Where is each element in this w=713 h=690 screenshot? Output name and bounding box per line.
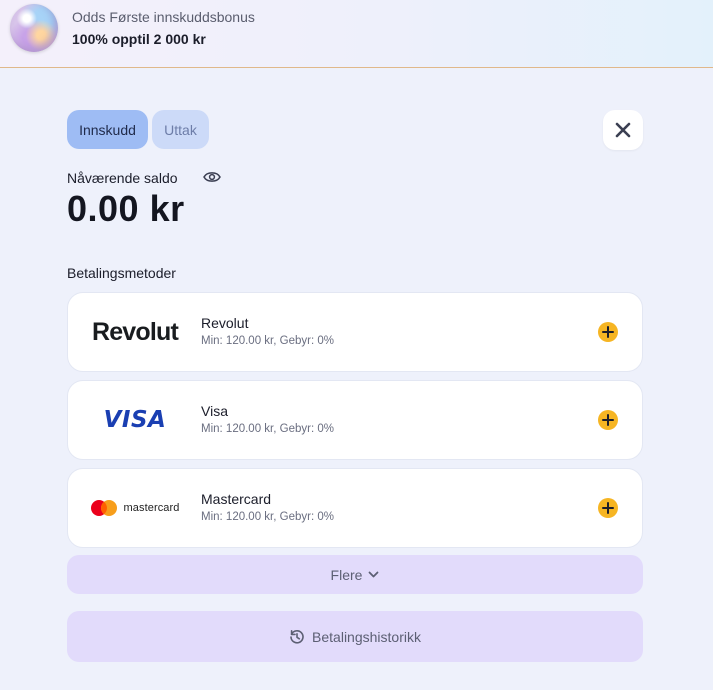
payment-method-revolut[interactable]: Revolut Revolut Min: 120.00 kr, Gebyr: 0… [67,292,643,372]
close-icon [615,122,631,138]
more-label: Flere [330,566,363,583]
plus-icon[interactable] [597,497,619,519]
mastercard-logo: mastercard [68,469,202,547]
bonus-banner[interactable]: Odds Første innskuddsbonus 100% opptil 2… [0,0,713,68]
payment-method-mastercard[interactable]: mastercard Mastercard Min: 120.00 kr, Ge… [67,468,643,548]
method-info: Min: 120.00 kr, Gebyr: 0% [201,335,334,347]
balance-value: 0.00 kr [67,188,185,229]
payment-methods-heading: Betalingsmetoder [67,265,176,281]
close-button[interactable] [603,110,643,150]
method-name: Mastercard [201,491,272,507]
history-label: Betalingshistorikk [312,628,421,645]
mastercard-circles-icon [91,500,118,516]
eye-icon[interactable] [203,170,221,184]
bonus-subtitle: 100% opptil 2 000 kr [72,31,206,47]
plus-icon[interactable] [597,321,619,343]
method-name: Visa [201,403,228,419]
revolut-logo: Revolut [91,317,179,346]
bonus-title: Odds Første innskuddsbonus [72,9,255,25]
tab-withdraw[interactable]: Uttak [152,110,209,149]
tab-deposit[interactable]: Innskudd [67,110,148,149]
chevron-down-icon [369,571,379,577]
plus-icon[interactable] [597,409,619,431]
payment-history-button[interactable]: Betalingshistorikk [67,611,643,662]
method-info: Min: 120.00 kr, Gebyr: 0% [201,423,334,435]
visa-logo: VISA [103,407,167,433]
payment-method-visa[interactable]: VISA Visa Min: 120.00 kr, Gebyr: 0% [67,380,643,460]
history-icon [290,629,304,644]
method-name: Revolut [201,315,249,331]
more-methods-button[interactable]: Flere [67,555,643,594]
bonus-ball-icon [10,4,58,52]
method-info: Min: 120.00 kr, Gebyr: 0% [201,511,334,523]
balance-label: Nåværende saldo [67,170,178,186]
